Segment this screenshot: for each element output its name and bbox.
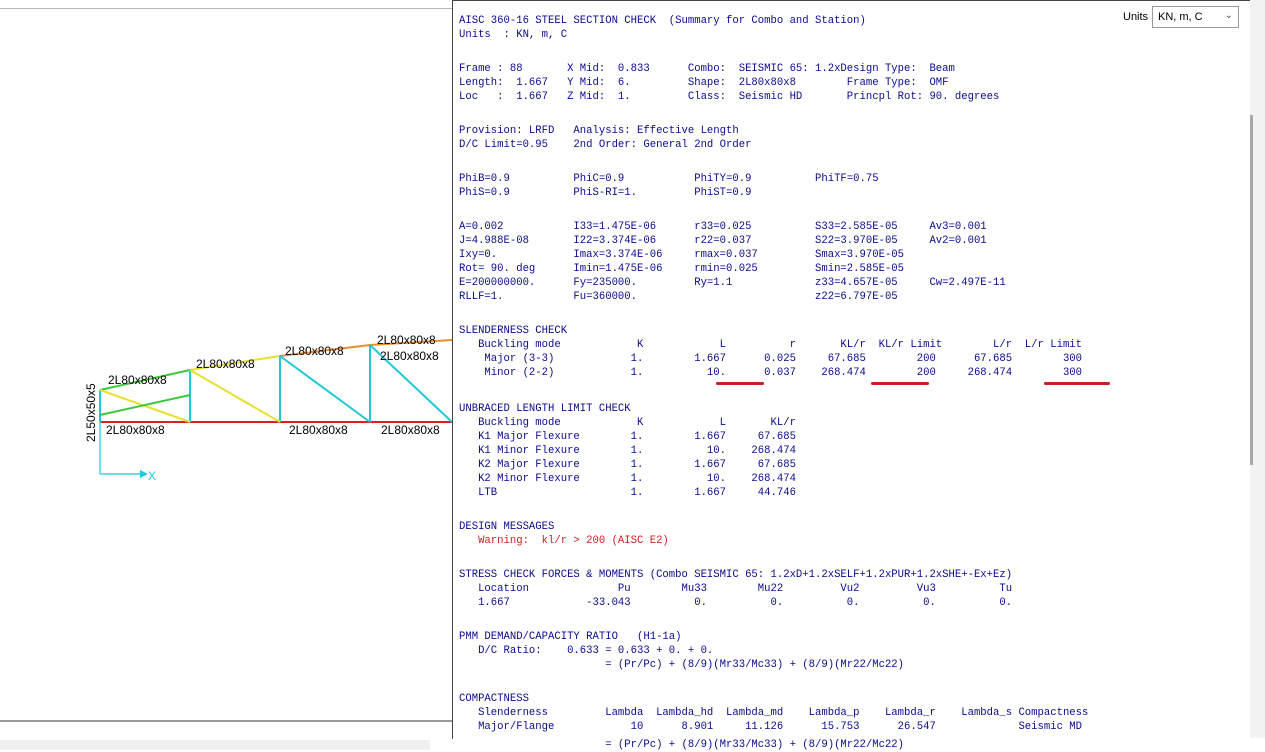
report-line-duplicate: = (Pr/Pc) + (8/9)(Mr33/Mc33) + (8/9)(Mr2… xyxy=(459,739,905,751)
model-bottom-divider xyxy=(0,720,452,722)
report-line: K2 Major Flexure 1. 1.667 67.685 xyxy=(459,459,796,471)
member-label-vertical: 2L50x50x5 xyxy=(84,383,98,442)
report-line: PhiS=0.9 PhiS-RI=1. PhiST=0.9 xyxy=(459,187,752,199)
report-line: K1 Minor Flexure 1. 10. 268.474 xyxy=(459,445,796,457)
member-label: 2L80x80x8 xyxy=(106,423,165,437)
report-line: A=0.002 I33=1.475E-06 r33=0.025 S33=2.58… xyxy=(459,221,987,233)
scroll-thumb[interactable] xyxy=(1250,115,1253,465)
units-label: Units xyxy=(1123,11,1149,23)
axis-x-arrowhead xyxy=(140,470,148,478)
section-heading-forces: STRESS CHECK FORCES & MOMENTS (Combo SEI… xyxy=(459,569,1013,581)
section-heading-messages: DESIGN MESSAGES xyxy=(459,521,555,533)
report-line: K2 Minor Flexure 1. 10. 268.474 xyxy=(459,473,796,485)
report-line: LTB 1. 1.667 44.746 xyxy=(459,487,796,499)
model-view[interactable]: 2L80x80x8 2L80x80x8 2L80x80x8 2L80x80x8 … xyxy=(0,0,453,722)
report-line: 1.667 -33.043 0. 0. 0. 0. 0. xyxy=(459,597,1013,609)
diagonal-member xyxy=(99,394,191,416)
report-line: J=4.988E-08 I22=3.374E-06 r22=0.037 S22=… xyxy=(459,235,987,247)
report-line: PhiB=0.9 PhiC=0.9 PhiTY=0.9 PhiTF=0.75 xyxy=(459,173,879,185)
section-heading-compactness: COMPACTNESS xyxy=(459,693,529,705)
truss-drawing[interactable]: 2L80x80x8 2L80x80x8 2L80x80x8 2L80x80x8 … xyxy=(0,0,452,722)
member-label: 2L80x80x8 xyxy=(377,333,436,347)
member-label: 2L80x80x8 xyxy=(380,349,439,363)
report-line: Ixy=0. Imax=3.374E-06 rmax=0.037 Smax=3.… xyxy=(459,249,905,261)
report-title: AISC 360-16 STEEL SECTION CHECK (Summary… xyxy=(459,15,866,27)
report-line: Major (3-3) 1. 1.667 0.025 67.685 200 67… xyxy=(459,353,1083,365)
report-line: D/C Limit=0.95 2nd Order: General 2nd Or… xyxy=(459,139,752,151)
report-line: Rot= 90. deg Imin=1.475E-06 rmin=0.025 S… xyxy=(459,263,905,275)
report-line: Minor (2-2) 1. 10. 0.037 268.474 200 268… xyxy=(459,367,1083,379)
member-label: 2L80x80x8 xyxy=(108,373,167,387)
report-line: Length: 1.667 Y Mid: 6. Shape: 2L80x80x8… xyxy=(459,77,949,89)
report-line: Buckling mode K L r KL/r KL/r Limit L/r … xyxy=(459,339,1083,351)
report-line: E=200000000. Fy=235000. Ry=1.1 z33=4.657… xyxy=(459,277,1006,289)
report-line: Buckling mode K L KL/r xyxy=(459,417,796,429)
member-label: 2L80x80x8 xyxy=(285,344,344,358)
section-heading-pmm: PMM DEMAND/CAPACITY RATIO (H1-1a) xyxy=(459,631,682,643)
bottom-left-panel xyxy=(0,740,430,750)
report-line: Major/Flange 10 8.901 11.126 15.753 26.5… xyxy=(459,721,1083,732)
report-line: = (Pr/Pc) + (8/9)(Mr33/Mc33) + (8/9)(Mr2… xyxy=(459,659,905,671)
report-line: Frame : 88 X Mid: 0.833 Combo: SEISMIC 6… xyxy=(459,63,955,75)
section-heading-slenderness: SLENDERNESS CHECK xyxy=(459,325,568,337)
report-line: Loc : 1.667 Z Mid: 1. Class: Seismic HD … xyxy=(459,91,1000,103)
diagonal-member xyxy=(189,369,281,423)
highlight-underline xyxy=(1044,382,1110,385)
scroll-up-button[interactable] xyxy=(1250,0,1265,12)
axis-x-label: X xyxy=(148,469,156,483)
diagonal-member xyxy=(279,355,371,423)
units-dropdown-value: KN, m, C xyxy=(1158,11,1203,23)
member-label: 2L80x80x8 xyxy=(381,423,440,437)
highlight-underline xyxy=(871,382,929,385)
highlight-underline xyxy=(716,382,764,385)
report-line: Location Pu Mu33 Mu22 Vu2 Vu3 Tu xyxy=(459,583,1013,595)
report-units: Units : KN, m, C xyxy=(459,29,568,41)
report-line: D/C Ratio: 0.633 = 0.633 + 0. + 0. xyxy=(459,645,714,657)
units-dropdown[interactable]: KN, m, C ⌄ xyxy=(1152,6,1239,28)
chevron-down-icon: ⌄ xyxy=(1224,10,1233,21)
report-line: Provision: LRFD Analysis: Effective Leng… xyxy=(459,125,739,137)
member-label: 2L80x80x8 xyxy=(196,357,255,371)
warning-message: Warning: kl/r > 200 (AISC E2) xyxy=(459,535,669,547)
report-line: K1 Major Flexure 1. 1.667 67.685 xyxy=(459,431,796,443)
section-heading-unbraced: UNBRACED LENGTH LIMIT CHECK xyxy=(459,403,631,415)
member-label: 2L80x80x8 xyxy=(289,423,348,437)
report-line: RLLF=1. Fu=360000. z22=6.797E-05 xyxy=(459,291,898,303)
report-line: Slenderness Lambda Lambda_hd Lambda_md L… xyxy=(459,707,1089,719)
